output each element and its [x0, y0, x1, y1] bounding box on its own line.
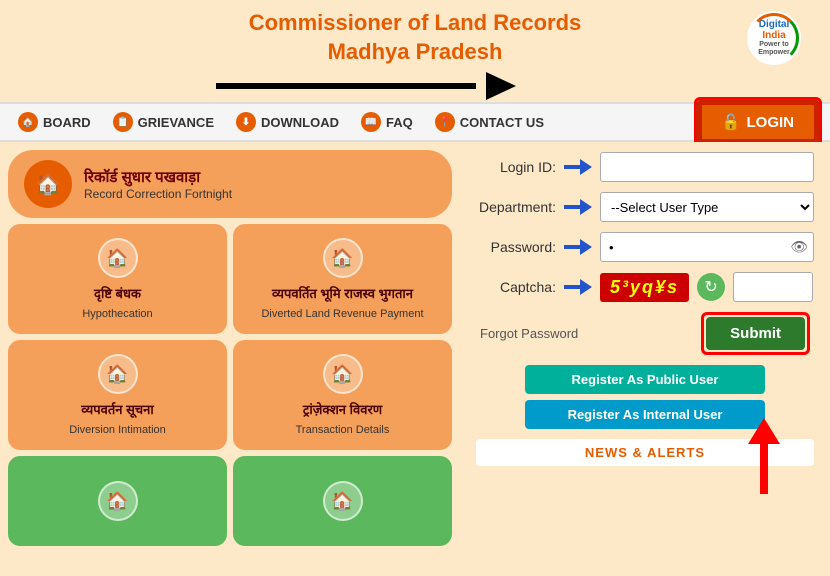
- red-arrow-shaft: [760, 444, 768, 494]
- contact-icon: 📍: [435, 112, 455, 132]
- submit-button[interactable]: Submit: [706, 317, 805, 350]
- arrow-login-id: [564, 157, 592, 177]
- arrow-captcha: [564, 277, 592, 297]
- header: Commissioner of Land Records Madhya Prad…: [0, 0, 830, 72]
- diverted-icon: 🏠: [323, 238, 363, 278]
- sidebar-item-contact[interactable]: 📍 CONTACT US: [425, 106, 554, 138]
- extra2-icon: 🏠: [323, 481, 363, 521]
- password-wrapper: 👁: [600, 232, 814, 262]
- password-input[interactable]: [600, 232, 814, 262]
- login-id-row: Login ID:: [476, 152, 814, 182]
- department-label: Department:: [476, 199, 556, 215]
- captcha-row: Captcha: 5³yq¥s ↻: [476, 272, 814, 302]
- arrow-to-login: [216, 72, 516, 100]
- banner-text: रिकॉर्ड सुधार पखवाड़ा Record Correction …: [84, 167, 232, 201]
- sidebar-item-faq[interactable]: 📖 FAQ: [351, 106, 423, 138]
- department-select[interactable]: --Select User Type: [600, 192, 814, 222]
- extra1-icon: 🏠: [98, 481, 138, 521]
- card-diverted[interactable]: 🏠 व्यपवर्तित भूमि राजस्व भुगतान Diverted…: [233, 224, 452, 334]
- banner-card: 🏠 रिकॉर्ड सुधार पखवाड़ा Record Correctio…: [8, 150, 452, 218]
- left-panel: 🏠 रिकॉर्ड सुधार पखवाड़ा Record Correctio…: [0, 142, 460, 576]
- login-button[interactable]: 🔓 LOGIN: [699, 102, 817, 142]
- forgot-submit-row: Forgot Password Submit: [476, 312, 814, 355]
- arrow-department: [564, 197, 592, 217]
- sidebar-item-download[interactable]: ⬇ DOWNLOAD: [226, 106, 349, 138]
- hypothecation-icon: 🏠: [98, 238, 138, 278]
- submit-button-wrapper: Submit: [701, 312, 810, 355]
- card-extra-1[interactable]: 🏠: [8, 456, 227, 546]
- board-icon: 🏠: [18, 112, 38, 132]
- main-content: 🏠 रिकॉर्ड सुधार पखवाड़ा Record Correctio…: [0, 142, 830, 576]
- card-hypothecation[interactable]: 🏠 दृष्टि बंधक Hypothecation: [8, 224, 227, 334]
- transaction-icon: 🏠: [323, 354, 363, 394]
- arrow-row: [0, 72, 830, 100]
- eye-icon[interactable]: 👁: [790, 239, 808, 256]
- sidebar-item-board[interactable]: 🏠 BOARD: [8, 106, 101, 138]
- password-label: Password:: [476, 239, 556, 255]
- login-button-wrapper: 🔓 LOGIN: [694, 97, 822, 147]
- sidebar-item-grievance[interactable]: 📋 GRIEVANCE: [103, 106, 224, 138]
- register-internal-button[interactable]: Register As Internal User: [525, 400, 765, 429]
- red-arrow-head: [748, 418, 780, 444]
- banner-icon: 🏠: [24, 160, 72, 208]
- login-form-panel: Login ID: Department: --Select User Type…: [460, 142, 830, 576]
- header-title: Commissioner of Land Records Madhya Prad…: [96, 9, 734, 66]
- cards-grid: 🏠 दृष्टि बंधक Hypothecation 🏠 व्यपवर्तित…: [8, 224, 452, 450]
- login-icon: 🔓: [722, 113, 741, 131]
- grievance-icon: 📋: [113, 112, 133, 132]
- digital-india-logo: Digital India Power to Empower: [734, 8, 814, 68]
- red-arrow-annotation: [748, 418, 780, 494]
- faq-icon: 📖: [361, 112, 381, 132]
- register-public-button[interactable]: Register As Public User: [525, 365, 765, 394]
- password-row: Password: 👁: [476, 232, 814, 262]
- forgot-password-link[interactable]: Forgot Password: [480, 326, 578, 341]
- captcha-refresh-button[interactable]: ↻: [697, 273, 725, 301]
- card-transaction[interactable]: 🏠 ट्रांज़ेक्शन विवरण Transaction Details: [233, 340, 452, 450]
- arrow-password: [564, 237, 592, 257]
- navbar: 🏠 BOARD 📋 GRIEVANCE ⬇ DOWNLOAD 📖 FAQ 📍 C…: [0, 102, 830, 142]
- captcha-image: 5³yq¥s: [600, 273, 689, 302]
- download-icon: ⬇: [236, 112, 256, 132]
- login-id-label: Login ID:: [476, 159, 556, 175]
- card-diversion[interactable]: 🏠 व्यपवर्तन सूचना Diversion Intimation: [8, 340, 227, 450]
- diversion-icon: 🏠: [98, 354, 138, 394]
- card-extra-2[interactable]: 🏠: [233, 456, 452, 546]
- department-row: Department: --Select User Type: [476, 192, 814, 222]
- captcha-input[interactable]: [733, 272, 813, 302]
- cards-grid-2: 🏠 🏠: [8, 456, 452, 546]
- login-id-input[interactable]: [600, 152, 814, 182]
- captcha-label: Captcha:: [476, 279, 556, 295]
